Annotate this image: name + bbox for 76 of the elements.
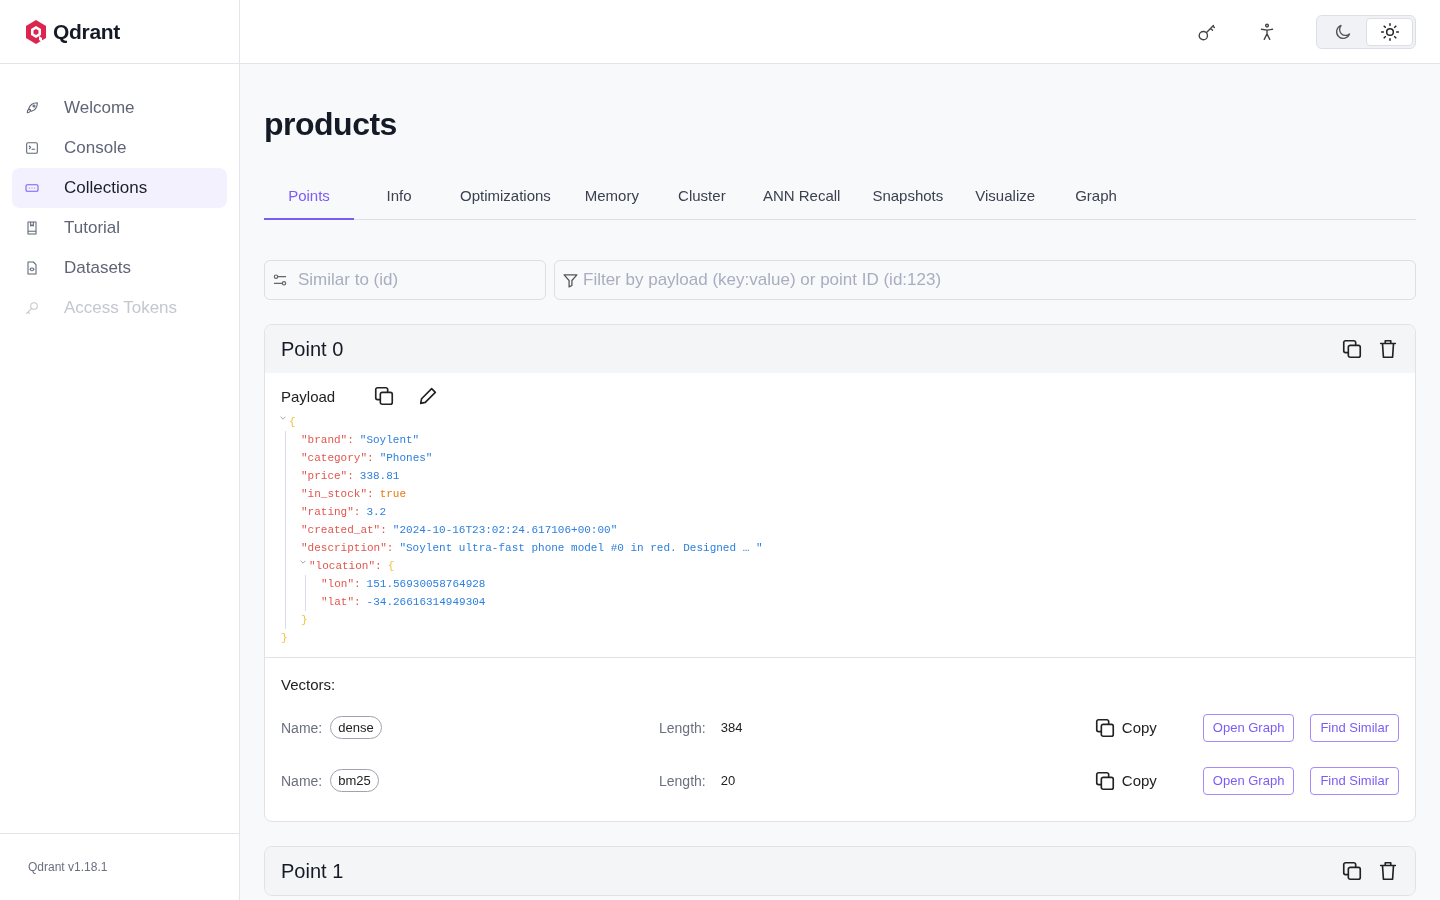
json-value: true	[379, 487, 407, 502]
json-value: "Soylent ultra-fast phone model #0 in red. Designed … "	[399, 541, 763, 556]
tab[interactable]: Info	[354, 173, 444, 220]
rocket-icon	[24, 100, 40, 116]
json-value: 338.81	[359, 469, 400, 484]
json-value: 151.56930058764928	[366, 577, 486, 592]
copy-icon	[1093, 769, 1116, 792]
vector-length: 20	[720, 773, 736, 788]
tab[interactable]: ANN Recall	[746, 173, 857, 220]
name-label: Name:	[281, 719, 323, 736]
json-brace: }	[301, 613, 308, 628]
copy-icon	[1093, 716, 1116, 739]
name-label: Name:	[281, 772, 323, 789]
json-value: "Soylent"	[359, 433, 420, 448]
file-code-icon	[24, 260, 40, 276]
point-title: Point 1	[281, 859, 344, 883]
json-key: "description":	[301, 539, 394, 557]
length-label: Length:	[659, 772, 706, 789]
json-key: "price":	[301, 467, 354, 485]
vectors-label: Vectors:	[281, 676, 337, 693]
tab[interactable]: Snapshots	[856, 173, 960, 220]
sidebar-item[interactable]: Console	[12, 128, 227, 168]
open-graph-button[interactable]: Open Graph	[1202, 766, 1295, 795]
tab[interactable]: Memory	[566, 173, 657, 220]
copy-button[interactable]: Copy	[1093, 769, 1157, 792]
json-brace: }	[281, 631, 288, 646]
tab[interactable]: Points	[264, 173, 354, 220]
copy-icon[interactable]	[1341, 338, 1363, 360]
logo-icon	[24, 18, 48, 45]
json-key: "rating":	[301, 503, 361, 521]
sidebar-item[interactable]: Datasets	[12, 248, 227, 288]
sidebar-item[interactable]: Tutorial	[12, 208, 227, 248]
terminal-icon	[24, 140, 40, 156]
json-key: "category":	[301, 449, 374, 467]
tab[interactable]: Graph	[1051, 173, 1142, 220]
json-key: "lon":	[321, 575, 361, 593]
copy-button[interactable]: Copy	[1093, 716, 1157, 739]
json-value: "Phones"	[379, 451, 433, 466]
pencil-icon[interactable]	[417, 385, 439, 407]
json-key: "location":	[309, 557, 382, 575]
theme-option[interactable]	[1366, 17, 1413, 46]
trash-icon[interactable]	[1377, 338, 1399, 360]
sun-icon	[1379, 21, 1400, 42]
json-value: -34.26616314949304	[366, 595, 486, 610]
sidebar-item[interactable]: Collections	[12, 168, 227, 208]
brand-name: Qdrant	[53, 19, 121, 44]
trash-icon[interactable]	[1377, 860, 1399, 882]
tab[interactable]: Cluster	[656, 173, 747, 220]
version-label: Qdrant v1.18.1	[0, 833, 239, 900]
page-title: products	[264, 106, 398, 143]
filter-icon	[562, 272, 579, 289]
sliders-icon	[272, 272, 288, 288]
json-key: "in_stock":	[301, 485, 374, 503]
book-icon	[24, 220, 40, 236]
tab[interactable]: Visualize	[959, 173, 1052, 220]
tab[interactable]: Optimizations	[444, 173, 567, 220]
find-similar-button[interactable]: Find Similar	[1310, 766, 1399, 795]
find-similar-button[interactable]: Find Similar	[1310, 713, 1399, 742]
open-graph-button[interactable]: Open Graph	[1202, 713, 1295, 742]
json-key: "lat":	[321, 593, 361, 611]
filter-field[interactable]: Filter by payload (key:value) or point ID (id:123)	[554, 260, 1416, 300]
json-key: "created_at":	[301, 521, 387, 539]
similar-search-field[interactable]: Similar to (id)	[264, 260, 546, 300]
point-title: Point 0	[281, 337, 344, 361]
json-key: "brand":	[301, 431, 354, 449]
json-value: 3.2	[366, 505, 387, 520]
key-icon	[24, 300, 40, 316]
vector-length: 384	[720, 720, 743, 735]
json-brace: {	[387, 559, 395, 574]
copy-icon[interactable]	[1341, 860, 1363, 882]
json-brace: {	[289, 415, 296, 430]
sidebar-item[interactable]: Welcome	[12, 88, 227, 128]
copy-icon[interactable]	[373, 385, 395, 407]
payload-label: Payload	[281, 387, 337, 405]
json-value: "2024-10-16T23:02:24.617106+00:00"	[392, 523, 618, 538]
length-label: Length:	[659, 719, 706, 736]
